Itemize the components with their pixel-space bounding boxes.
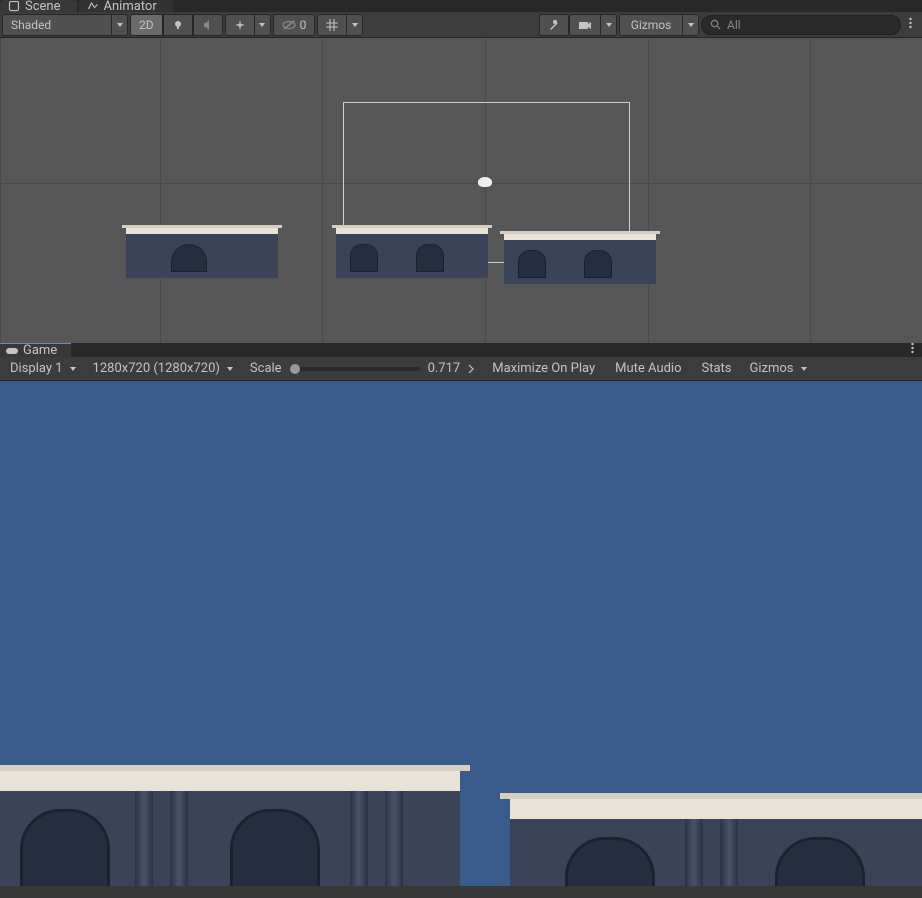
tab-scene-label: Scene	[25, 0, 61, 12]
dots-vertical-icon	[909, 17, 912, 29]
game-toolbar: Display 1 1280x720 (1280x720) Scale 0.71…	[0, 357, 922, 381]
display-dropdown[interactable]: Display 1	[4, 359, 83, 379]
grid-icon	[326, 19, 338, 31]
chevron-down-icon	[351, 21, 359, 29]
mode-2d-label: 2D	[139, 18, 154, 32]
scene-viewport[interactable]	[0, 38, 922, 343]
shading-dropdown[interactable]: Shaded	[2, 14, 112, 36]
resolution-label: 1280x720 (1280x720)	[93, 361, 220, 376]
eye-slash-icon	[282, 19, 296, 31]
shading-dropdown-arrow[interactable]	[112, 14, 128, 36]
scene-tabs: Scene Animator	[0, 0, 922, 12]
audio-icon	[202, 19, 214, 31]
chevron-down-icon	[69, 365, 77, 373]
effects-icon	[234, 19, 246, 31]
search-input[interactable]: All	[701, 15, 901, 35]
scale-slider-thumb[interactable]	[290, 364, 300, 374]
camera-dropdown-arrow[interactable]	[601, 14, 617, 36]
dots-vertical-icon	[911, 342, 914, 354]
gizmos-dropdown-arrow[interactable]	[683, 14, 699, 36]
scale-control: Scale 0.717	[244, 361, 480, 376]
chevron-down-icon	[116, 21, 124, 29]
animator-icon	[87, 0, 99, 12]
platform	[126, 228, 278, 278]
hidden-objects-button[interactable]: 0	[273, 14, 316, 36]
chevron-down-icon	[226, 365, 234, 373]
game-icon	[6, 346, 18, 356]
chevron-down-icon	[800, 365, 808, 373]
mute-label: Mute Audio	[615, 361, 681, 376]
game-options-menu[interactable]	[903, 342, 922, 358]
grid-dropdown-arrow[interactable]	[347, 14, 363, 36]
tools-button[interactable]	[539, 14, 569, 36]
effects-toggle[interactable]	[225, 14, 255, 36]
chevron-right-icon	[468, 364, 474, 374]
effects-dropdown-arrow[interactable]	[255, 14, 271, 36]
camera-button[interactable]	[569, 14, 601, 36]
game-gizmos-dropdown[interactable]: Gizmos	[744, 359, 814, 379]
maximize-label: Maximize On Play	[492, 361, 595, 376]
tab-animator[interactable]: Animator	[79, 0, 173, 12]
wrench-icon	[548, 19, 560, 31]
tab-animator-label: Animator	[104, 0, 157, 12]
game-gizmos-label: Gizmos	[750, 361, 794, 376]
chevron-down-icon	[258, 21, 266, 29]
scene-toolbar: Shaded 2D 0	[0, 12, 922, 38]
player-sprite	[478, 177, 492, 187]
hidden-count: 0	[300, 18, 307, 32]
tab-game-label: Game	[23, 343, 57, 358]
lighting-toggle[interactable]	[163, 14, 193, 36]
game-platform	[0, 771, 460, 886]
display-label: Display 1	[10, 361, 63, 376]
game-panel-header: Game	[0, 343, 922, 357]
scale-value: 0.717	[428, 361, 461, 376]
tab-scene[interactable]: Scene	[0, 0, 77, 12]
chevron-down-icon	[687, 21, 695, 29]
game-viewport[interactable]	[0, 381, 922, 886]
scale-slider[interactable]	[290, 367, 420, 371]
stats-button[interactable]: Stats	[694, 359, 740, 379]
audio-toggle[interactable]	[193, 14, 223, 36]
mode-2d-button[interactable]: 2D	[130, 14, 163, 36]
gizmos-dropdown[interactable]: Gizmos	[619, 14, 683, 36]
platform	[504, 234, 656, 284]
tab-game[interactable]: Game	[0, 343, 71, 357]
search-icon	[710, 19, 721, 30]
resolution-dropdown[interactable]: 1280x720 (1280x720)	[87, 359, 240, 379]
stats-label: Stats	[702, 361, 732, 376]
shading-label: Shaded	[11, 18, 51, 32]
mute-audio-button[interactable]: Mute Audio	[607, 359, 689, 379]
game-platform	[510, 799, 922, 886]
lightbulb-icon	[172, 19, 184, 31]
platform	[336, 228, 488, 278]
grid-toggle[interactable]	[317, 14, 347, 36]
chevron-down-icon	[605, 21, 613, 29]
camera-icon	[578, 19, 592, 31]
maximize-on-play-button[interactable]: Maximize On Play	[484, 359, 603, 379]
search-placeholder: All	[727, 18, 741, 32]
gizmos-label: Gizmos	[631, 18, 672, 32]
scale-label: Scale	[250, 361, 282, 376]
scene-options-menu[interactable]	[901, 17, 920, 33]
scene-icon	[8, 0, 20, 12]
